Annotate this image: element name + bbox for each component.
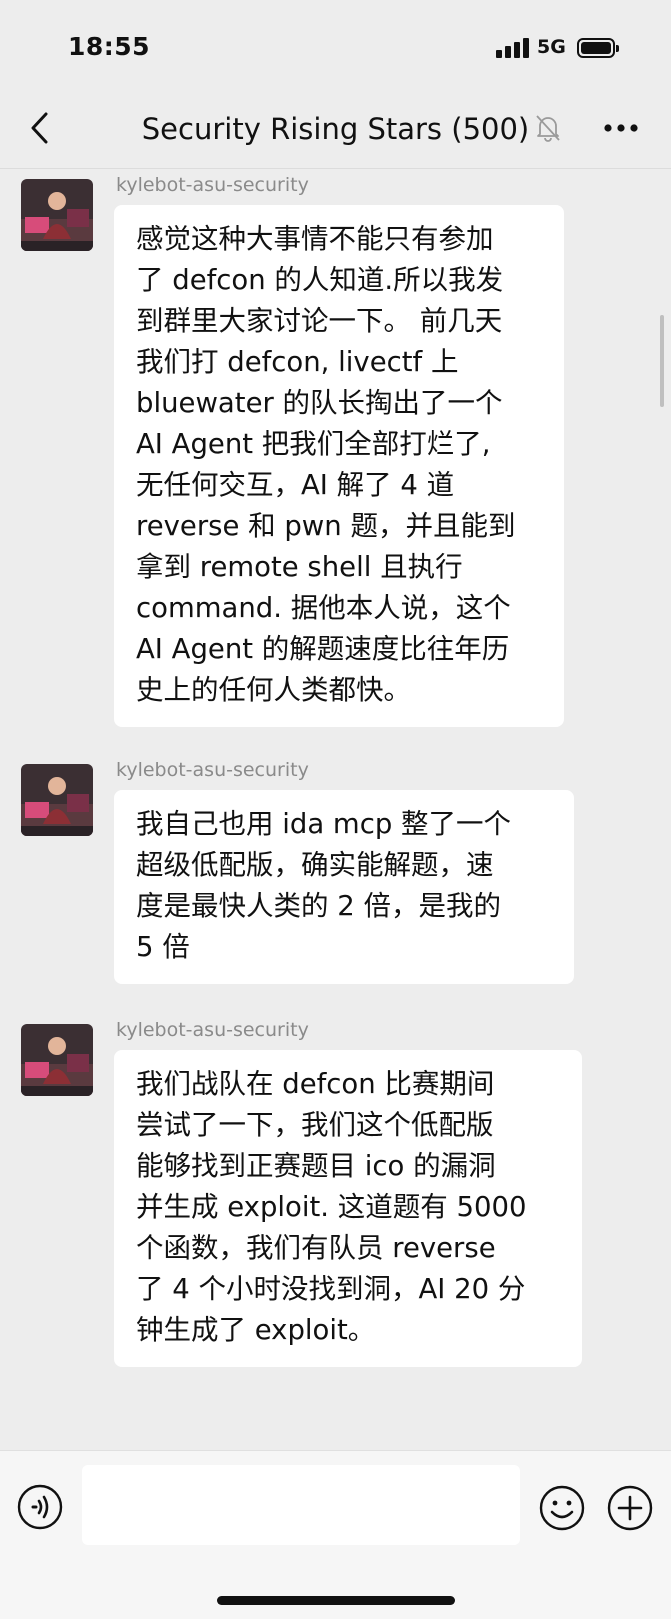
scrollbar[interactable] [660, 315, 664, 407]
message-line: 史上的任何人类都快。 [136, 674, 411, 706]
network-label: 5G [537, 36, 566, 58]
message-line: 并生成 exploit. 这道题有 5000 [136, 1191, 527, 1223]
input-bar [0, 1450, 671, 1619]
message-line: 了 4 个小时没找到洞，AI 20 分 [136, 1273, 526, 1305]
message-line: 度是最快人类的 2 倍，是我的 [136, 890, 501, 922]
message-line: AI Agent 的解题速度比往年历 [136, 633, 510, 665]
sender-name: kylebot-asu-security [116, 759, 309, 781]
message-line: 了 defcon 的人知道.所以我发 [136, 264, 504, 296]
message-line: 5 倍 [136, 931, 190, 963]
message-line: 我自己也用 ida mcp 整了一个 [136, 808, 512, 840]
message-line: 超级低配版，确实能解题，速 [136, 849, 494, 881]
message-bubble[interactable]: 感觉这种大事情不能只有参加 了 defcon 的人知道.所以我发 到群里大家讨论… [114, 205, 564, 727]
chat-header: Security Rising Stars (500) [0, 90, 671, 169]
message-line: 钟生成了 exploit。 [136, 1314, 376, 1346]
home-indicator[interactable] [217, 1596, 455, 1605]
message-bubble[interactable]: 我自己也用 ida mcp 整了一个 超级低配版，确实能解题，速 度是最快人类的… [114, 790, 574, 984]
message-line: 个函数，我们有队员 reverse [136, 1232, 496, 1264]
avatar[interactable] [21, 1024, 93, 1096]
message-line: 到群里大家讨论一下。 前几天 [136, 305, 503, 337]
emoji-icon[interactable] [538, 1484, 586, 1532]
mute-icon [535, 114, 561, 142]
battery-icon [577, 38, 619, 58]
message-line: AI Agent 把我们全部打烂了, [136, 428, 491, 460]
voice-icon[interactable] [17, 1484, 63, 1530]
message-line: 我们战队在 defcon 比赛期间 [136, 1068, 495, 1100]
message-line: bluewater 的队长掏出了一个 [136, 387, 503, 419]
signal-icon [496, 38, 530, 58]
message-line: reverse 和 pwn 题，并且能到 [136, 510, 516, 542]
message-bubble[interactable]: 我们战队在 defcon 比赛期间 尝试了一下，我们这个低配版 能够找到正赛题目… [114, 1050, 582, 1367]
message-line: 能够找到正赛题目 ico 的漏洞 [136, 1150, 496, 1182]
message-line: 无任何交互，AI 解了 4 道 [136, 469, 455, 501]
avatar[interactable] [21, 179, 93, 251]
chat-title: Security Rising Stars (500) [141, 112, 530, 146]
message-line: 感觉这种大事情不能只有参加 [136, 223, 494, 255]
more-icon[interactable] [600, 112, 642, 144]
sender-name: kylebot-asu-security [116, 174, 309, 196]
message-input[interactable] [82, 1465, 520, 1545]
status-time: 18:55 [68, 32, 151, 61]
message-list[interactable]: kylebot-asu-security 感觉这种大事情不能只有参加 了 def… [0, 168, 671, 1450]
message-line: 拿到 remote shell 且执行 [136, 551, 463, 583]
status-bar: 18:55 5G [0, 0, 671, 90]
message-line: command. 据他本人说，这个 [136, 592, 511, 624]
message-line: 尝试了一下，我们这个低配版 [136, 1109, 494, 1141]
avatar[interactable] [21, 764, 93, 836]
add-icon[interactable] [606, 1484, 654, 1532]
message-line: 我们打 defcon, livectf 上 [136, 346, 459, 378]
sender-name: kylebot-asu-security [116, 1019, 309, 1041]
